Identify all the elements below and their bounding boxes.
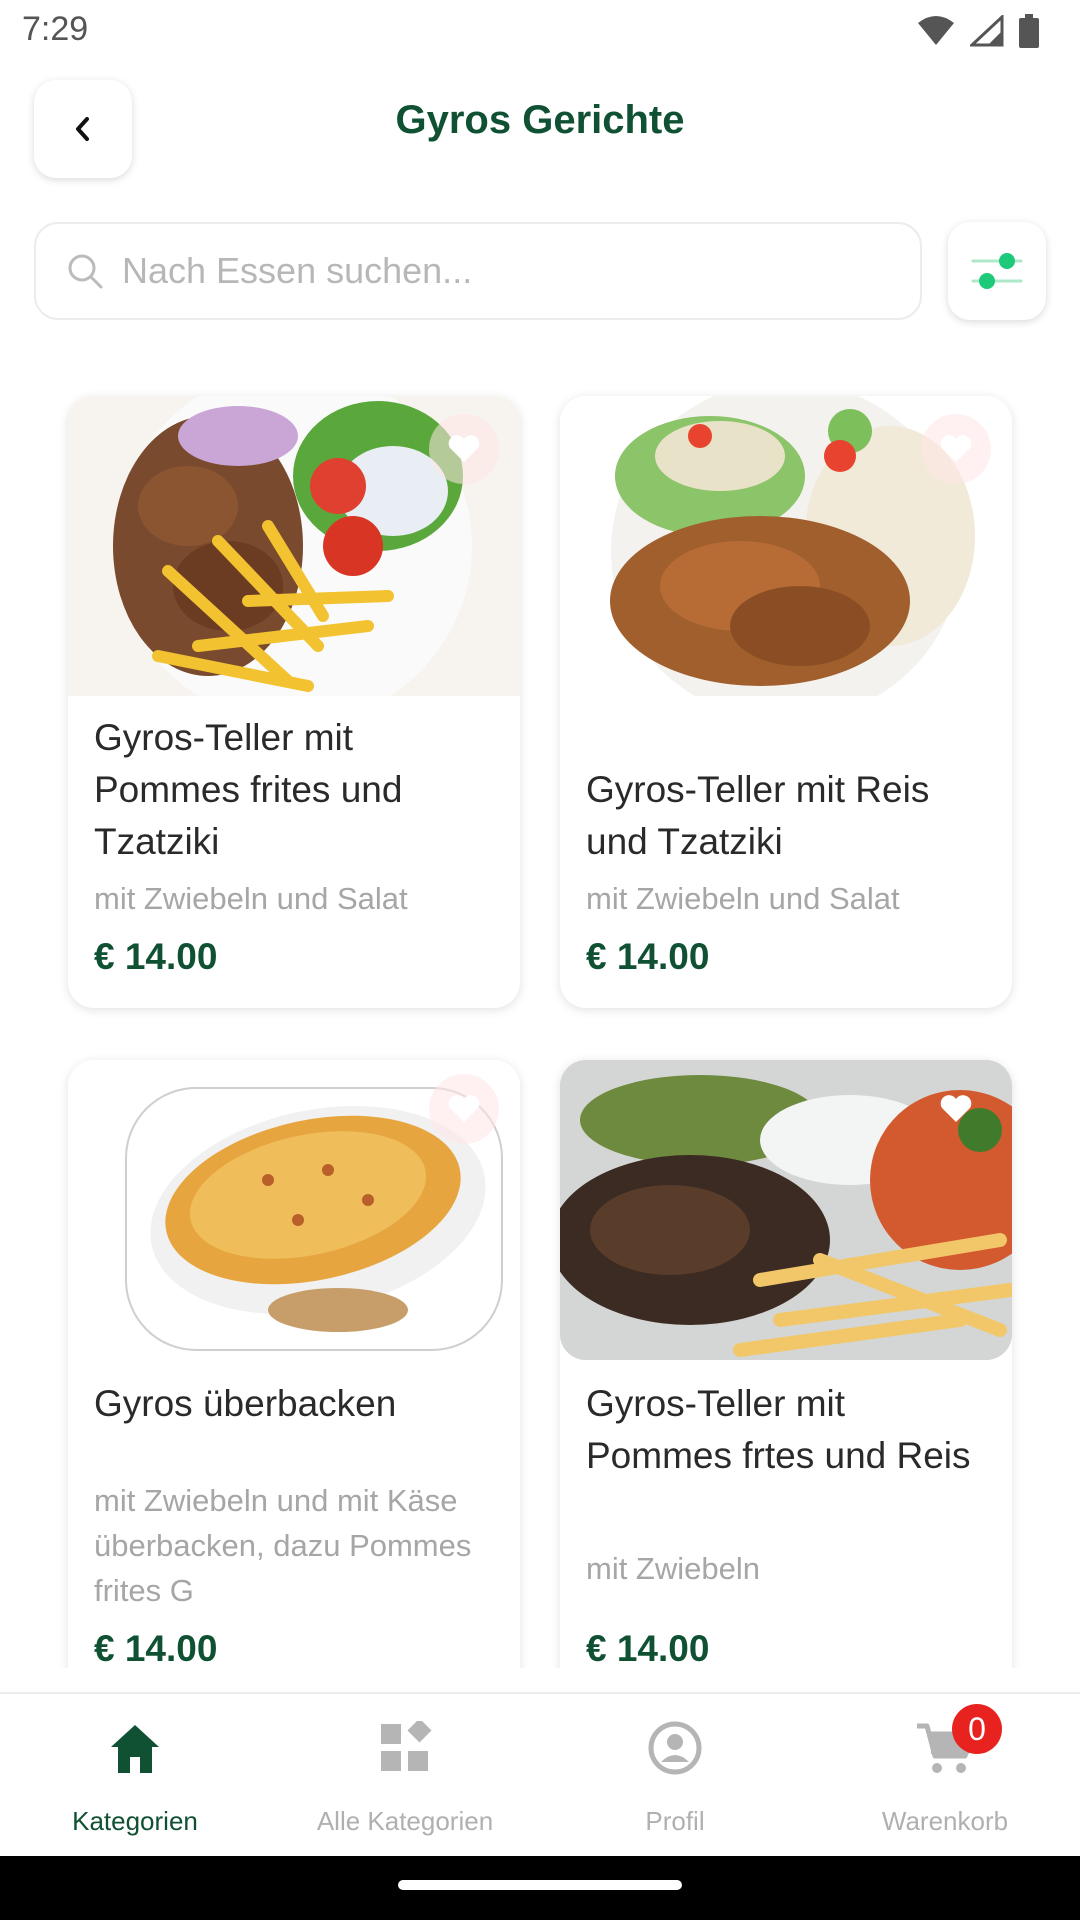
categories-icon xyxy=(375,1718,435,1778)
filter-button[interactable] xyxy=(948,222,1046,320)
product-card[interactable]: Gyros überbacken mit Zwiebeln und mit Kä… xyxy=(68,1060,520,1668)
nav-item-kategorien[interactable]: Kategorien xyxy=(0,1694,270,1858)
bottom-navigation: Kategorien Alle Kategorien Profil Warenk… xyxy=(0,1692,1080,1856)
status-bar: 7:29 xyxy=(0,0,1080,62)
favorite-button[interactable] xyxy=(429,414,499,484)
nav-label: Kategorien xyxy=(72,1806,198,1836)
product-card[interactable]: Gyros-Teller mit Pommes frtes und Reis m… xyxy=(560,1060,1012,1668)
product-card[interactable]: Gyros-Teller mit Pommes frites und Tzatz… xyxy=(68,396,520,1008)
product-description: mit Zwiebeln und mit Käse überbacken, da… xyxy=(94,1483,472,1608)
battery-icon xyxy=(1019,14,1039,48)
nav-item-alle-kategorien[interactable]: Alle Kategorien xyxy=(270,1694,540,1858)
favorite-button[interactable] xyxy=(921,1074,991,1144)
profile-icon xyxy=(645,1718,705,1778)
product-price: € 14.00 xyxy=(94,1628,218,1668)
home-icon xyxy=(105,1718,165,1778)
product-title: Gyros-Teller mit Pommes frites und Tzatz… xyxy=(94,717,403,862)
wifi-icon xyxy=(918,16,954,45)
nav-label: Profil xyxy=(645,1806,705,1836)
product-description: mit Zwiebeln und Salat xyxy=(586,881,900,916)
heart-icon xyxy=(940,435,972,462)
product-price: € 14.00 xyxy=(94,936,218,977)
search-input[interactable] xyxy=(122,250,882,292)
cart-count-badge: 0 xyxy=(952,1704,1002,1754)
heart-icon xyxy=(448,1095,480,1122)
product-price: € 14.00 xyxy=(586,1628,710,1668)
nav-item-profil[interactable]: Profil xyxy=(540,1694,810,1858)
status-icons xyxy=(916,14,1040,48)
home-gesture-pill[interactable] xyxy=(398,1880,682,1890)
nav-label: Alle Kategorien xyxy=(316,1806,494,1836)
nav-label: Warenkorb xyxy=(881,1806,1009,1836)
heart-icon xyxy=(940,1095,972,1122)
favorite-button[interactable] xyxy=(921,414,991,484)
product-title: Gyros-Teller mit Pommes frtes und Reis xyxy=(586,1383,971,1476)
favorite-button[interactable] xyxy=(429,1074,499,1144)
product-description: mit Zwiebeln und Salat xyxy=(94,881,408,916)
product-title: Gyros-Teller mit Reis und Tzatziki xyxy=(586,769,930,862)
product-title: Gyros überbacken xyxy=(94,1383,397,1424)
product-card[interactable]: Gyros-Teller mit Reis und Tzatziki mit Z… xyxy=(560,396,1012,1008)
product-grid: Gyros-Teller mit Pommes frites und Tzatz… xyxy=(0,380,1080,1668)
sliders-icon xyxy=(971,253,1023,289)
signal-icon xyxy=(970,15,1004,47)
page-title: Gyros Gerichte xyxy=(395,98,685,142)
system-navigation-bar xyxy=(0,1856,1080,1920)
product-price: € 14.00 xyxy=(586,936,710,977)
search-icon xyxy=(68,254,103,289)
heart-icon xyxy=(448,435,480,462)
search-box[interactable] xyxy=(34,222,922,320)
status-time: 7:29 xyxy=(22,10,89,48)
product-description: mit Zwiebeln xyxy=(586,1551,760,1586)
nav-item-warenkorb[interactable]: Warenkorb xyxy=(810,1694,1080,1858)
